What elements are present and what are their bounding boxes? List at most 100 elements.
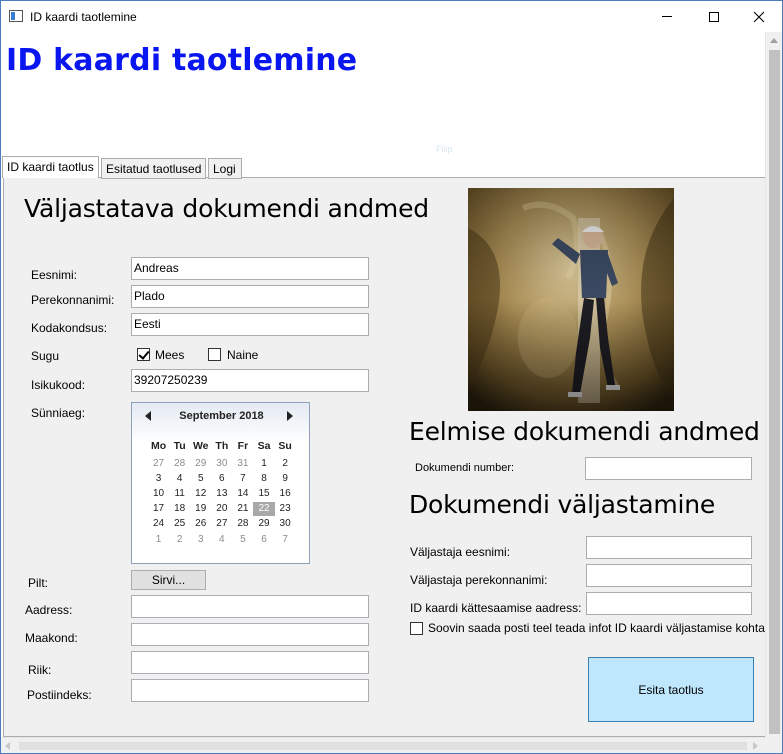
calendar-day[interactable]: 11 [169, 487, 190, 501]
birthdate-calendar[interactable]: September 2018 Mo Tu We Th Fr Sa Su 27 28 29 30 31 1… [131, 402, 310, 564]
calendar-day[interactable]: 10 [148, 487, 169, 501]
calendar-day[interactable]: 25 [169, 517, 190, 531]
calendar-day[interactable]: 3 [190, 533, 211, 547]
calendar-day[interactable]: 7 [232, 472, 253, 486]
calendar-day[interactable]: 26 [190, 517, 211, 531]
calendar-weekday: Fr [237, 439, 249, 452]
tab-id-kaardi-taotlus[interactable]: ID kaardi taotlus [2, 156, 99, 178]
calendar-week-row: 27 28 29 30 31 1 2 [148, 456, 296, 471]
calendar-day[interactable]: 15 [253, 487, 274, 501]
calendar-day[interactable]: 30 [211, 457, 232, 471]
calendar-day[interactable]: 6 [253, 533, 274, 547]
issuer-last-name-input[interactable] [586, 564, 752, 587]
label-pilt: Pilt: [28, 576, 49, 590]
close-button[interactable] [736, 1, 782, 32]
calendar-week-row: 10 11 12 13 14 15 16 [148, 486, 296, 501]
horizontal-scrollbar[interactable] [1, 737, 765, 753]
document-number-input[interactable] [585, 457, 752, 480]
label-sugu: Sugu [31, 349, 60, 363]
submit-application-button[interactable]: Esita taotlus [588, 657, 754, 722]
pickup-address-input[interactable] [586, 592, 752, 615]
calendar-day[interactable]: 20 [211, 502, 232, 516]
label-isikukood: Isikukood: [31, 378, 86, 392]
calendar-week-row: 24 25 26 27 28 29 30 [148, 517, 296, 532]
calendar-week-row: 1234567 [148, 532, 296, 547]
calendar-day[interactable]: 23 [275, 502, 296, 516]
calendar-day[interactable]: 12 [190, 487, 211, 501]
tab-logi[interactable]: Logi [208, 158, 242, 179]
calendar-day[interactable]: 31 [232, 457, 253, 471]
calendar-day[interactable]: 1 [148, 533, 169, 547]
eesnimi-input[interactable]: Andreas [131, 257, 369, 280]
scroll-right-icon[interactable] [753, 742, 758, 750]
calendar-day[interactable]: 5 [190, 472, 211, 486]
minimize-icon [662, 16, 672, 17]
issuer-first-name-input[interactable] [586, 536, 752, 559]
calendar-day[interactable]: 8 [253, 472, 274, 486]
calendar-day[interactable]: 1 [253, 457, 274, 471]
notify-by-post-checkbox[interactable] [410, 622, 423, 635]
maakond-input[interactable] [131, 623, 369, 646]
calendar-day[interactable]: 2 [275, 457, 296, 471]
calendar-day[interactable]: 28 [169, 457, 190, 471]
naine-checkbox[interactable] [208, 348, 221, 361]
calendar-day[interactable]: 29 [190, 457, 211, 471]
calendar-day[interactable]: 4 [169, 472, 190, 486]
calendar-day[interactable]: 14 [232, 487, 253, 501]
calendar-next-icon[interactable] [287, 411, 293, 421]
label-eesnimi: Eesnimi: [31, 268, 78, 282]
riik-input[interactable] [131, 651, 369, 674]
maximize-button[interactable] [691, 1, 737, 32]
perekonnanimi-input[interactable]: Plado [131, 285, 369, 308]
calendar-day[interactable]: 9 [275, 472, 296, 486]
calendar-day[interactable]: 27 [211, 517, 232, 531]
app-window: ID kaardi taotlemine ID kaardi taotlemin… [0, 0, 783, 754]
calendar-day[interactable]: 13 [211, 487, 232, 501]
notify-by-post-label: Soovin saada posti teel teada infot ID k… [428, 621, 765, 635]
isikukood-input[interactable]: 39207250239 [131, 369, 369, 392]
calendar-weekday: Su [278, 439, 292, 452]
calendar-day[interactable]: 19 [190, 502, 211, 516]
calendar-day[interactable]: 2 [169, 533, 190, 547]
calendar-weekday: We [192, 439, 209, 452]
calendar-weekday: Th [215, 439, 229, 452]
vertical-scroll-thumb[interactable] [769, 50, 780, 734]
app-icon [9, 10, 23, 22]
tab-esitatud-taotlused[interactable]: Esitatud taotlused [101, 158, 206, 179]
postiindeks-input[interactable] [131, 679, 369, 702]
kodakondsus-input[interactable]: Eesti [131, 313, 369, 336]
label-aadress: Aadress: [25, 603, 73, 617]
calendar-day[interactable]: 27 [148, 457, 169, 471]
scroll-up-icon[interactable] [766, 32, 782, 49]
minimize-button[interactable] [644, 1, 690, 32]
section-title-previous-document: Eelmise dokumendi andmed [409, 417, 760, 446]
calendar-day[interactable]: 3 [148, 472, 169, 486]
title-bar: ID kaardi taotlemine [1, 1, 782, 32]
scroll-left-icon[interactable] [5, 742, 10, 750]
label-sunniaeg: Sünniaeg: [31, 406, 86, 420]
scroll-corner [765, 737, 782, 753]
calendar-month-label[interactable]: September 2018 [132, 410, 311, 422]
calendar-day[interactable]: 28 [232, 517, 253, 531]
calendar-day[interactable]: 5 [232, 533, 253, 547]
calendar-day[interactable]: 21 [232, 502, 253, 516]
calendar-day[interactable]: 22 [253, 502, 275, 517]
calendar-day[interactable]: 18 [169, 502, 190, 516]
calendar-day[interactable]: 30 [275, 517, 296, 531]
calendar-day[interactable]: 6 [211, 472, 232, 486]
horizontal-scroll-thumb[interactable] [19, 742, 747, 750]
mees-checkbox[interactable] [137, 348, 150, 361]
faint-label: Filip [436, 144, 453, 154]
calendar-day[interactable]: 17 [148, 502, 169, 516]
vertical-scrollbar[interactable] [765, 32, 782, 737]
calendar-day[interactable]: 29 [253, 517, 274, 531]
calendar-day[interactable]: 4 [211, 533, 232, 547]
browse-button[interactable]: Sirvi... [131, 570, 206, 590]
calendar-week-row: 3456789 [148, 471, 296, 486]
aadress-input[interactable] [131, 595, 369, 618]
close-icon [753, 11, 765, 22]
page-heading: ID kaardi taotlemine [6, 43, 358, 78]
calendar-day[interactable]: 7 [275, 533, 296, 547]
calendar-day[interactable]: 16 [275, 487, 296, 501]
calendar-day[interactable]: 24 [148, 517, 169, 531]
